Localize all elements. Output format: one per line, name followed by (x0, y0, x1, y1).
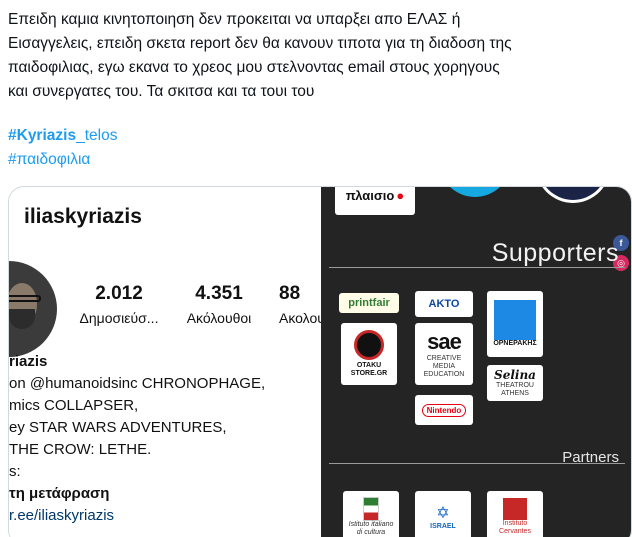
bio-name: riazis (9, 353, 48, 370)
logo-sae: sae CREATIVE MEDIA EDUCATION (415, 323, 473, 385)
logo-nintendo: Nintendo (415, 395, 473, 425)
profile-username: iliaskyriazis (24, 205, 142, 228)
tweet-line: Εισαγγελεις, επειδη σκετα report δεν θα … (8, 35, 512, 52)
bio-line: ey STAR WARS ADVENTURES, (9, 419, 227, 436)
tweet-line: παιδοφιλιας, εγω εκανα το χρεος μου στελ… (8, 59, 500, 76)
followers-stat: 4.351 Ακόλουθοι (175, 283, 263, 326)
followers-label: Ακόλουθοι (186, 310, 252, 326)
logo-israel: ✡ ISRAEL (415, 491, 471, 537)
hashtag-kyriazis-telos[interactable]: #Kyriazis_telos (8, 124, 117, 148)
bio-translate: τη μετάφραση (9, 485, 110, 502)
posts-label: Δημοσιεύσ... (79, 310, 159, 326)
posts-stat: 2.012 Δημοσιεύσ... (71, 283, 167, 326)
logo-selina: Selina THEATROU ATHENS (487, 365, 543, 401)
tweet-line: Επειδη καμια κινητοποιηση δεν προκειται … (8, 11, 461, 28)
supporters-image[interactable]: πλαισιο ● f ◎ Supporters printfair OTAKU … (321, 187, 631, 537)
hashtag-paidofilia[interactable]: #παιδοφιλια (8, 148, 117, 172)
logo-akto: ΑΚΤΟ (415, 291, 473, 317)
following-count: 88 (279, 283, 301, 304)
profile-bio: riazis on @humanoidsinc CHRONOPHAGE, mic… (9, 351, 265, 527)
tweet-text: Επειδη καμια κινητοποιηση δεν προκειται … (8, 8, 628, 104)
bio-link: r.ee/iliaskyriazis (9, 507, 115, 524)
following-label: Ακολουθεί (279, 310, 321, 326)
followers-count: 4.351 (195, 283, 243, 304)
partners-heading: Partners (562, 449, 619, 466)
logo-plaisio: πλαισιο ● (335, 187, 415, 215)
supporters-heading: Supporters (491, 239, 619, 267)
bio-line: s: (9, 463, 21, 480)
following-stat: 88 Ακολουθεί (279, 283, 321, 326)
bio-line: THE CROW: LETHE. (9, 441, 152, 458)
divider (329, 267, 625, 268)
logo-instituto-cervantes: Instituto Cervantes (487, 491, 543, 537)
logo-circle-blue (439, 187, 511, 197)
tweet-media[interactable]: iliaskyriazis 2.012 Δημοσιεύσ... 4.351 Α… (8, 186, 632, 537)
hashtags: #Kyriazis_telos #παιδοφιλια (8, 124, 117, 172)
avatar (9, 261, 57, 357)
bio-line: on @humanoidsinc CHRONOPHAGE, (9, 375, 266, 392)
logo-printfair: printfair (339, 293, 399, 313)
logo-ornerakis: ΟΡΝΕΡΑΚΗΣ (487, 291, 543, 357)
bio-line: mics COLLAPSER, (9, 397, 139, 414)
posts-count: 2.012 (95, 283, 143, 304)
tweet-line: και συνεργατες του. Τα σκιτσα και τα του… (8, 83, 315, 100)
logo-otaku-store: OTAKU STORE.GR (341, 323, 397, 385)
logo-istituto-italiano: Istituto italiano di cultura (343, 491, 399, 537)
instagram-profile-image[interactable]: iliaskyriazis 2.012 Δημοσιεύσ... 4.351 Α… (9, 187, 321, 537)
logo-circle-navy (535, 187, 611, 203)
